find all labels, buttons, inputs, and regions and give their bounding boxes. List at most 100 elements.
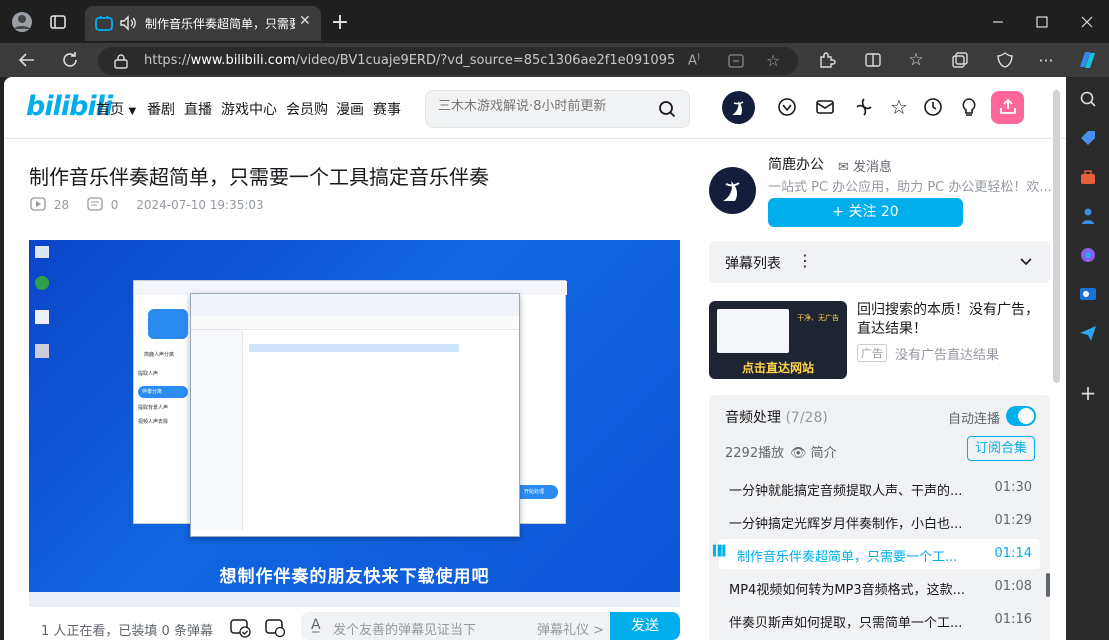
uploader-avatar[interactable] (709, 167, 756, 214)
danmaku-list-panel[interactable]: 弹幕列表 ⋮ (709, 241, 1050, 283)
creator-bulb-icon[interactable] (957, 95, 981, 119)
danmaku-settings-icon[interactable] (264, 616, 286, 640)
nav-esports[interactable]: 赛事 (373, 99, 401, 119)
extensions-icon[interactable] (816, 49, 838, 71)
tab-active[interactable]: 制作音乐伴奏超简单，只需要一个工具搞定音乐伴奏 ✕ (85, 6, 321, 41)
autoplay-label: 自动连播 (948, 412, 1001, 427)
more-menu-icon[interactable]: ··· (1035, 49, 1057, 71)
search-icon[interactable] (658, 100, 676, 122)
playlist-item-duration: 01:16 (994, 612, 1032, 627)
video-meta: 28 0 2024-07-10 19:35:03 (30, 197, 264, 212)
mail-icon: ✉ (838, 160, 849, 175)
refresh-icon[interactable] (59, 49, 81, 71)
outlook-icon[interactable] (1077, 283, 1099, 305)
search-icon[interactable] (1077, 88, 1099, 110)
split-screen-icon[interactable] (862, 49, 884, 71)
desktop-icon (35, 246, 49, 258)
ad-title[interactable]: 回归搜索的本质！没有广告，直达结果！ (857, 301, 1047, 339)
person-icon[interactable] (1077, 205, 1099, 227)
close-tab-icon[interactable]: ✕ (299, 13, 311, 29)
toggle-knob (1018, 408, 1034, 424)
playlist-item-title: MP4视频如何转为MP3音频格式，这款... (729, 583, 966, 598)
nav-live[interactable]: 直播 (184, 99, 212, 119)
playlist-item-title: 伴奏贝斯声如何提取，只需简单一个工... (729, 616, 963, 631)
tools-icon[interactable] (1077, 166, 1099, 188)
close-window-icon[interactable] (1075, 10, 1099, 34)
vip-icon[interactable] (775, 95, 799, 119)
dynamic-icon[interactable] (852, 95, 876, 119)
shopping-tag-icon[interactable] (1077, 127, 1099, 149)
playlist-item-duration: 01:30 (994, 480, 1032, 495)
send-message-link[interactable]: ✉ 发消息 (838, 156, 892, 175)
history-clock-icon[interactable] (921, 95, 945, 119)
search-input[interactable] (438, 99, 638, 114)
desktop-icon (35, 344, 49, 358)
playlist-title: 音频处理 (7/28) (725, 410, 828, 426)
search-box (425, 90, 690, 128)
nav-manga[interactable]: 漫画 (336, 99, 364, 119)
minimize-icon[interactable] (986, 10, 1010, 34)
more-options-icon[interactable]: ⋮ (797, 251, 813, 270)
favorites-star-icon[interactable]: ☆ (887, 95, 911, 119)
read-aloud-icon[interactable]: A) (688, 52, 700, 68)
danmaku-etiquette-link[interactable]: 弹幕礼仪 > (537, 619, 604, 638)
ad-card[interactable]: 干净、无广告 点击直达网站 回归搜索的本质！没有广告，直达结果！ 广告 没有广告… (709, 301, 1050, 381)
uploader-name[interactable]: 简鹿办公 (768, 154, 824, 174)
nav-vip-shop[interactable]: 会员购 (286, 99, 328, 119)
ad-image[interactable]: 干净、无广告 点击直达网站 (709, 301, 847, 379)
playlist-item[interactable]: 伴奏贝斯声如何提取，只需简单一个工... 01:16 (719, 605, 1040, 635)
bilibili-tab-icon (95, 15, 113, 35)
nav-game-center[interactable]: 游戏中心 (221, 99, 277, 119)
avatar[interactable] (722, 91, 755, 124)
text-style-icon[interactable]: A̲ (311, 617, 321, 633)
url-bar[interactable]: https://www.bilibili.com/video/BV1cuaje9… (98, 47, 798, 75)
tab-actions-icon[interactable] (46, 10, 70, 34)
collections-icon[interactable] (949, 49, 971, 71)
upload-button[interactable] (991, 91, 1024, 124)
profile-icon[interactable] (10, 10, 34, 34)
subscribe-button[interactable]: 订阅合集 (967, 436, 1035, 461)
browser-essentials-icon[interactable] (994, 49, 1016, 71)
danmaku-input[interactable]: 发个友善的弹幕见证当下 (333, 619, 476, 638)
playlist-panel: 音频处理 (7/28) 自动连播 2292播放 👁 简介 订阅合集 一分钟就能搞… (709, 395, 1050, 640)
copilot-app-icon[interactable] (1077, 244, 1099, 266)
speaker-icon[interactable] (119, 14, 137, 36)
address-toolbar: https://www.bilibili.com/video/BV1cuaje9… (0, 43, 1109, 77)
playlist-item[interactable]: ▍▌▍ 制作音乐伴奏超简单，只需要一个工... 01:14 (713, 539, 1040, 569)
desktop-icon (35, 310, 49, 324)
new-tab-icon[interactable]: + (328, 10, 352, 35)
danmaku-list-label: 弹幕列表 (725, 256, 781, 272)
eye-icon: 👁 (790, 446, 807, 461)
comment-count: 0 (110, 198, 119, 212)
app-sidebar: 提取人声 伴奏分离 提取背景人声 视频人声去除 (138, 370, 188, 470)
intro-link[interactable]: 👁 简介 (790, 442, 837, 461)
send-icon[interactable] (1077, 322, 1099, 344)
playlist-item[interactable]: 一分钟搞定光辉岁月伴奏制作，小白也... 01:29 (719, 506, 1040, 536)
app-window: 简鹿人声分离 提取人声 伴奏分离 提取背景人声 视频人声去除 开始处理 (133, 280, 567, 537)
playlist-scrollbar[interactable] (1046, 573, 1050, 597)
send-button[interactable]: 发送 (610, 612, 680, 640)
autoplay-toggle[interactable] (1006, 406, 1036, 426)
follow-button[interactable]: + 关注 20 (768, 198, 963, 227)
watching-count: 1 人正在看，已装填 0 条弹幕 (41, 624, 213, 639)
app-available-icon[interactable] (728, 53, 744, 73)
video-player[interactable]: 简鹿人声分离 提取人声 伴奏分离 提取背景人声 视频人声去除 开始处理 想制作伴… (29, 240, 680, 607)
add-sidebar-icon[interactable]: + (1077, 381, 1099, 405)
danmaku-toggle-icon[interactable] (229, 616, 251, 640)
favorite-star-icon[interactable]: ☆ (766, 51, 780, 70)
copilot-icon[interactable] (1076, 49, 1098, 71)
tab-title: 制作音乐伴奏超简单，只需要一个工具搞定音乐伴奏 (145, 17, 295, 31)
page-scrollbar[interactable] (1053, 90, 1060, 383)
playlist-item[interactable]: MP4视频如何转为MP3音频格式，这款... 01:08 (719, 572, 1040, 602)
playlist-item[interactable]: 一分钟就能搞定音频提取人声、干声的... 01:30 (719, 473, 1040, 503)
favorites-icon[interactable]: ☆ (905, 49, 927, 71)
lock-icon[interactable] (114, 53, 128, 73)
back-icon[interactable] (16, 49, 38, 71)
maximize-icon[interactable] (1030, 10, 1054, 34)
url-text: https://www.bilibili.com/video/BV1cuaje9… (144, 53, 674, 68)
nav-anime[interactable]: 番剧 (147, 99, 175, 119)
nav-home[interactable]: 首页 ▼ (96, 99, 136, 119)
chevron-down-icon[interactable] (1019, 254, 1033, 273)
message-icon[interactable] (813, 95, 837, 119)
upload-icon (999, 97, 1017, 119)
